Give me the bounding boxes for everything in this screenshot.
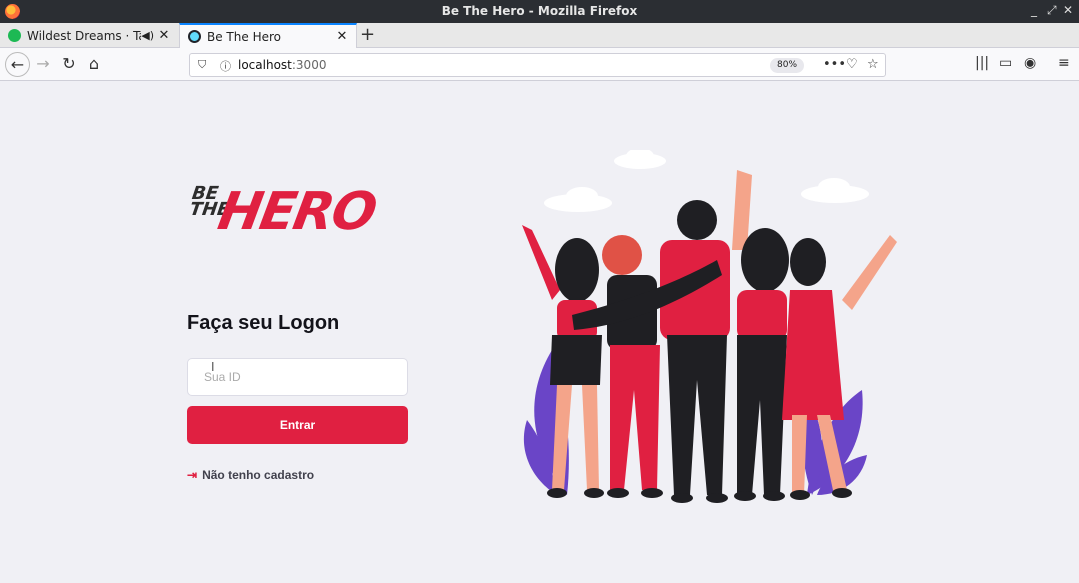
page-content: BE THE HERO Faça seu Logon Sua ID I Entra… [0,82,1079,583]
minimize-icon[interactable]: _ [1031,3,1037,17]
tab-be-the-hero[interactable]: Be The Hero ✕ [179,23,357,48]
zoom-badge[interactable]: 80% [770,58,805,73]
page-title: Faça seu Logon [187,312,340,334]
maximize-icon[interactable]: ⤢ [1047,3,1057,18]
logo-main-text: HERO [213,182,380,242]
url-bar[interactable]: ⛉ ⓘ localhost:3000 80% ••• ♡ ☆ [189,53,886,77]
speaker-icon[interactable]: ◀) [141,29,154,42]
register-link-label: Não tenho cadastro [202,468,315,482]
tab-label: Wildest Dreams · Tayl [27,28,141,43]
login-button[interactable]: Entrar [187,406,408,444]
forward-icon[interactable]: → [32,54,54,73]
account-icon[interactable]: ◉ [1024,55,1036,71]
be-the-hero-logo: BE THE HERO [187,179,379,249]
spotify-icon [8,29,21,42]
pocket-icon[interactable]: ♡ [846,57,858,72]
tab-label: Be The Hero [207,29,281,44]
bookmark-star-icon[interactable]: ☆ [867,57,879,72]
nav-toolbar: ← → ↻ ⌂ ⛉ ⓘ localhost:3000 80% ••• ♡ ☆ |… [0,48,1079,81]
library-icon[interactable]: ||| [975,55,989,71]
window-title: Be The Hero - Mozilla Firefox [441,4,638,18]
url-text[interactable]: localhost:3000 [238,58,326,72]
text-cursor-icon: I [211,360,215,374]
react-icon [188,30,201,43]
id-input[interactable]: Sua ID [187,358,408,396]
heroes-illustration [522,150,897,503]
info-icon[interactable]: ⓘ [220,58,231,74]
register-link[interactable]: ⇥ Não tenho cadastro [187,468,314,482]
page-actions-icon[interactable]: ••• [823,57,846,72]
home-icon[interactable]: ⌂ [83,54,105,73]
menu-icon[interactable]: ≡ [1058,55,1070,71]
tab-strip: Wildest Dreams · Tayl ◀) ✕ Be The Hero ✕ [0,23,1079,48]
reload-icon[interactable]: ↻ [58,54,80,73]
shield-icon[interactable]: ⛉ [198,58,206,72]
new-tab-icon[interactable]: + [360,24,375,45]
login-arrow-icon: ⇥ [187,468,198,482]
close-tab-icon[interactable]: ✕ [334,29,350,44]
sidebar-icon[interactable]: ▭ [999,55,1012,71]
window-titlebar: Be The Hero - Mozilla Firefox _ ⤢ ✕ [0,0,1079,23]
close-tab-icon[interactable]: ✕ [156,28,172,43]
close-window-icon[interactable]: ✕ [1063,3,1073,17]
tab-spotify[interactable]: Wildest Dreams · Tayl ◀) ✕ [0,23,178,48]
back-icon[interactable]: ← [5,52,30,77]
